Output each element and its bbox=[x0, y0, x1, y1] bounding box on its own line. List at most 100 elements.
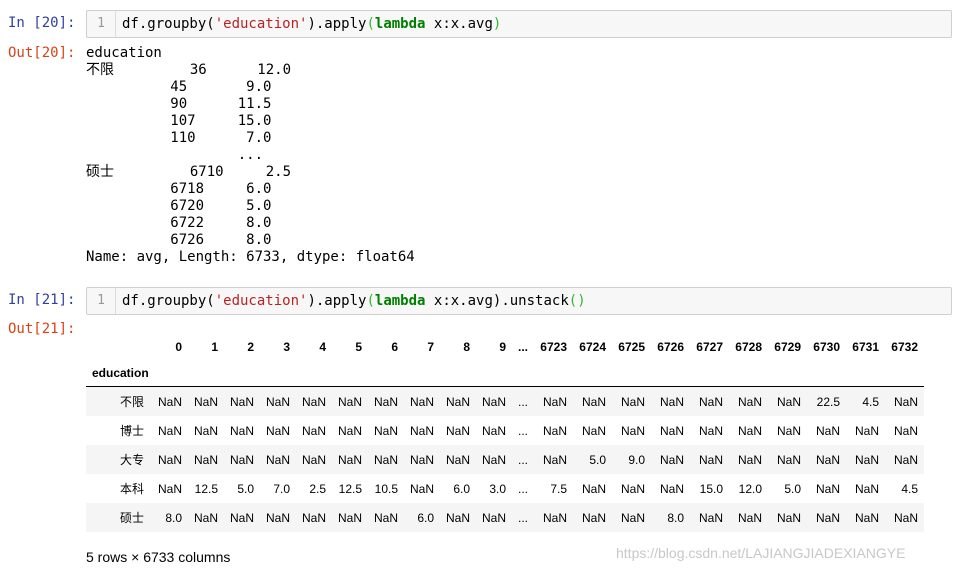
column-header: 4 bbox=[319, 340, 326, 354]
table-cell: NaN bbox=[854, 423, 879, 438]
column-header: 6729 bbox=[774, 340, 801, 354]
table-cell: NaN bbox=[581, 423, 606, 438]
table-cell: 22.5 bbox=[816, 394, 840, 409]
column-header: 2 bbox=[247, 340, 254, 354]
table-cell: NaN bbox=[776, 510, 801, 525]
table-cell: NaN bbox=[157, 481, 182, 496]
code-string: 'education' bbox=[214, 16, 308, 32]
table-cell: NaN bbox=[409, 452, 434, 467]
code-cell-input[interactable]: 1 df.groupby('education').apply(lambda x… bbox=[86, 287, 952, 315]
table-cell: NaN bbox=[542, 510, 567, 525]
column-header-row: 0 1 2 3 4 5 6 7 8 9 ... 6723 6724 6725 6… bbox=[86, 336, 924, 360]
table-cell: NaN bbox=[409, 423, 434, 438]
code-cell-input[interactable]: 1 df.groupby('education').apply(lambda x… bbox=[86, 10, 952, 38]
table-cell: NaN bbox=[445, 394, 470, 409]
table-cell: NaN bbox=[373, 452, 398, 467]
table-cell: NaN bbox=[193, 510, 218, 525]
column-header: 6730 bbox=[813, 340, 840, 354]
table-cell: NaN bbox=[581, 510, 606, 525]
table-cell: NaN bbox=[776, 423, 801, 438]
table-cell: NaN bbox=[581, 394, 606, 409]
table-cell: NaN bbox=[265, 510, 290, 525]
table-cell: NaN bbox=[737, 452, 762, 467]
table-cell: NaN bbox=[373, 423, 398, 438]
column-header: 1 bbox=[211, 340, 218, 354]
table-cell: ... bbox=[517, 452, 528, 467]
table-cell: NaN bbox=[265, 394, 290, 409]
table-cell: NaN bbox=[659, 481, 684, 496]
table-cell: NaN bbox=[337, 394, 362, 409]
table-cell: ... bbox=[517, 394, 528, 409]
column-header: 6726 bbox=[657, 340, 684, 354]
code-paren: () bbox=[568, 293, 586, 309]
table-cell: 2.5 bbox=[309, 481, 326, 496]
table-cell: NaN bbox=[659, 423, 684, 438]
column-header: 0 bbox=[175, 340, 182, 354]
code-text: df.groupby( bbox=[122, 16, 215, 32]
column-header: 7 bbox=[427, 340, 434, 354]
row-index-label: 大专 bbox=[119, 453, 144, 467]
table-cell: NaN bbox=[893, 423, 918, 438]
column-header: 6723 bbox=[540, 340, 567, 354]
table-shape-footer: 5 rows × 6733 columns bbox=[86, 549, 231, 565]
code-text: ).apply bbox=[307, 16, 367, 32]
table-cell: NaN bbox=[737, 423, 762, 438]
table-cell: 4.5 bbox=[901, 481, 918, 496]
table-cell: NaN bbox=[337, 452, 362, 467]
table-cell: NaN bbox=[659, 394, 684, 409]
dataframe-table: 0 1 2 3 4 5 6 7 8 9 ... 6723 6724 6725 6… bbox=[86, 336, 924, 532]
index-name-row: education bbox=[86, 360, 924, 387]
table-cell: NaN bbox=[481, 423, 506, 438]
table-cell: NaN bbox=[620, 423, 645, 438]
code-text: x:x.avg bbox=[425, 16, 493, 32]
table-cell: NaN bbox=[301, 510, 326, 525]
table-cell: ... bbox=[517, 481, 528, 496]
table-body: 不限 NaN NaN NaN NaN NaN NaN NaN NaN NaN NaN... NaN Na… bbox=[86, 386, 924, 532]
table-cell: NaN bbox=[854, 510, 879, 525]
table-cell: NaN bbox=[542, 394, 567, 409]
column-header: 6728 bbox=[735, 340, 762, 354]
code-keyword: lambda bbox=[374, 293, 426, 309]
table-cell: NaN bbox=[854, 481, 879, 496]
column-header: 6731 bbox=[852, 340, 879, 354]
table-cell: 3.0 bbox=[489, 481, 506, 496]
table-cell: NaN bbox=[815, 452, 840, 467]
table-cell: NaN bbox=[193, 423, 218, 438]
table-cell: NaN bbox=[445, 510, 470, 525]
code-keyword: lambda bbox=[374, 16, 426, 32]
table-cell: 6.0 bbox=[453, 481, 470, 496]
table-cell: 8.0 bbox=[165, 510, 182, 525]
cell-input-prompt: In [20]: bbox=[8, 15, 76, 31]
row-index-label: 本科 bbox=[119, 482, 144, 496]
table-cell: NaN bbox=[854, 452, 879, 467]
column-header-ellipsis: ... bbox=[517, 340, 528, 354]
table-cell: NaN bbox=[301, 423, 326, 438]
table-cell: NaN bbox=[445, 452, 470, 467]
code-line[interactable]: df.groupby('education').apply(lambda x:x… bbox=[122, 288, 586, 314]
row-index-label: 博士 bbox=[119, 424, 144, 438]
table-cell: NaN bbox=[815, 481, 840, 496]
column-header: 6727 bbox=[696, 340, 723, 354]
table-cell: NaN bbox=[581, 481, 606, 496]
table-cell: NaN bbox=[301, 452, 326, 467]
table-cell: NaN bbox=[620, 510, 645, 525]
code-paren: ( bbox=[366, 16, 375, 32]
table-cell: NaN bbox=[893, 452, 918, 467]
table-cell: NaN bbox=[157, 423, 182, 438]
series-output: education 不限 36 12.0 45 9.0 90 11.5 107 … bbox=[86, 45, 415, 265]
column-header: 9 bbox=[499, 340, 506, 354]
table-cell: 5.0 bbox=[589, 452, 606, 467]
table-cell: 5.0 bbox=[237, 481, 254, 496]
table-cell: NaN bbox=[815, 423, 840, 438]
column-header: 6724 bbox=[579, 340, 606, 354]
line-number: 1 bbox=[87, 11, 116, 37]
table-cell: NaN bbox=[373, 394, 398, 409]
table-cell: 15.0 bbox=[699, 481, 723, 496]
table-cell: NaN bbox=[301, 394, 326, 409]
table-cell: NaN bbox=[265, 423, 290, 438]
code-text: ).apply bbox=[307, 293, 367, 309]
index-name: education bbox=[86, 360, 152, 387]
table-cell: NaN bbox=[229, 423, 254, 438]
table-cell: NaN bbox=[445, 423, 470, 438]
code-line[interactable]: df.groupby('education').apply(lambda x:x… bbox=[122, 11, 501, 37]
